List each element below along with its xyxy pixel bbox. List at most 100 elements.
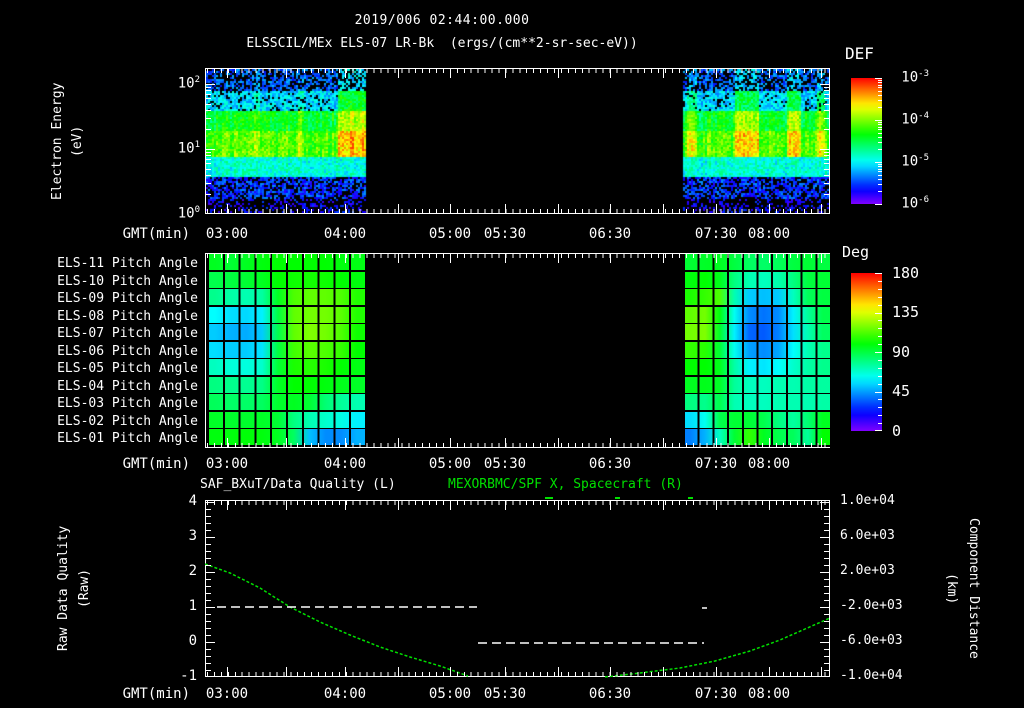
pitch-row [207, 394, 365, 410]
y-tick-label: 102 [177, 75, 200, 92]
cb-minor-tick [878, 415, 882, 416]
y-minor-tick [824, 586, 829, 587]
x-major-tick [663, 204, 664, 213]
x-major-tick [286, 204, 287, 213]
y-minor-tick [206, 579, 211, 580]
x-major-tick [610, 667, 611, 676]
x-major-tick [505, 254, 506, 263]
x-major-tick [450, 254, 451, 263]
y-minor-tick [206, 663, 211, 664]
cb-minor-tick [878, 368, 882, 369]
x-major-tick [505, 69, 506, 78]
cb-minor-tick [878, 384, 882, 385]
y-minor-tick [824, 663, 829, 664]
pitch-gridlines [207, 377, 365, 393]
x-major-tick [821, 204, 822, 213]
x-major-tick [286, 254, 287, 263]
y-minor-tick [206, 175, 211, 176]
x-tick-label: 08:00 [747, 226, 791, 242]
y-tick-label: 101 [177, 140, 200, 157]
panel3-left-y-label: Raw Data Quality [56, 525, 71, 652]
x-minor-ticks-bottom [207, 672, 828, 676]
y-minor-tick [824, 565, 829, 566]
x-minor-ticks-top [207, 254, 828, 258]
y-minor-tick [206, 155, 211, 156]
x-tick-label: 05:30 [483, 456, 527, 472]
cb-minor-tick [878, 129, 882, 130]
y-minor-tick [206, 628, 211, 629]
y-minor-tick [206, 110, 211, 111]
x-major-tick [821, 438, 822, 447]
gmt-label-row1: GMT(min) [122, 226, 190, 242]
x-major-tick [450, 204, 451, 213]
x-major-tick [558, 254, 559, 263]
spectrogram-panel [205, 68, 830, 214]
y-major-tick [820, 537, 829, 538]
pitch-row [207, 324, 365, 340]
x-tick-label: 04:00 [323, 456, 367, 472]
pitch-row [683, 342, 830, 358]
pitch-gridlines [207, 412, 365, 428]
y-minor-tick [824, 649, 829, 650]
x-major-tick [505, 667, 506, 676]
panel3-right-y-units: (km) [944, 572, 959, 605]
y-minor-tick [206, 635, 211, 636]
cb-minor-tick [878, 360, 882, 361]
x-tick-label: 03:00 [205, 686, 249, 702]
y-minor-tick [206, 159, 211, 160]
x-major-tick [769, 254, 770, 263]
y-minor-tick [824, 628, 829, 629]
cb-minor-tick [878, 191, 882, 192]
y-tick-label: -1.0e+04 [840, 668, 903, 683]
y-minor-tick [206, 670, 211, 671]
x-major-tick [663, 254, 664, 263]
cb-minor-tick [878, 297, 882, 298]
cb-minor-tick [878, 399, 882, 400]
pitch-gridlines [207, 342, 365, 358]
x-major-tick [398, 204, 399, 213]
x-major-tick [450, 438, 451, 447]
x-tick-label: 05:00 [428, 456, 472, 472]
y-minor-tick [824, 152, 829, 153]
cb-minor-tick [878, 344, 882, 345]
cb-minor-tick [878, 87, 882, 88]
x-major-tick [610, 254, 611, 263]
y-minor-tick [206, 586, 211, 587]
y-minor-tick [206, 621, 211, 622]
x-major-tick [450, 501, 451, 510]
pitch-angle-panel [205, 253, 830, 448]
x-major-tick [769, 667, 770, 676]
x-major-tick [769, 69, 770, 78]
x-major-tick [345, 438, 346, 447]
spectrogram-canvas [206, 69, 829, 213]
cb-minor-tick [878, 305, 882, 306]
pitch-row-label: ELS-03 Pitch Angle [57, 396, 198, 411]
cb-tick-label: 0 [892, 422, 902, 440]
pitch-row-label: ELS-10 Pitch Angle [57, 274, 198, 289]
x-major-tick [821, 667, 822, 676]
plot-title: ELSSCIL/MEx ELS-07 LR-Bk (ergs/(cm**2-sr… [246, 36, 638, 51]
y-minor-tick [824, 94, 829, 95]
pitch-gridlines [207, 307, 365, 323]
pitch-row [683, 359, 830, 375]
y-minor-tick [206, 551, 211, 552]
y-tick-label: 2.0e+03 [840, 563, 895, 578]
y-minor-tick [824, 118, 829, 119]
y-tick-label: -1 [180, 668, 197, 684]
y-minor-tick [824, 155, 829, 156]
cb-minor-tick [878, 85, 882, 86]
x-major-tick [663, 667, 664, 676]
pitch-row [207, 359, 365, 375]
y-major-tick [820, 642, 829, 643]
y-minor-tick [824, 635, 829, 636]
cb-minor-tick [878, 184, 882, 185]
x-major-tick [286, 438, 287, 447]
x-major-tick [769, 438, 770, 447]
pitch-gridlines [683, 289, 830, 305]
x-tick-label: 03:00 [205, 456, 249, 472]
y-minor-tick [824, 558, 829, 559]
x-major-tick [398, 69, 399, 78]
y-minor-tick [824, 104, 829, 105]
x-major-tick [505, 438, 506, 447]
x-major-tick [505, 204, 506, 213]
